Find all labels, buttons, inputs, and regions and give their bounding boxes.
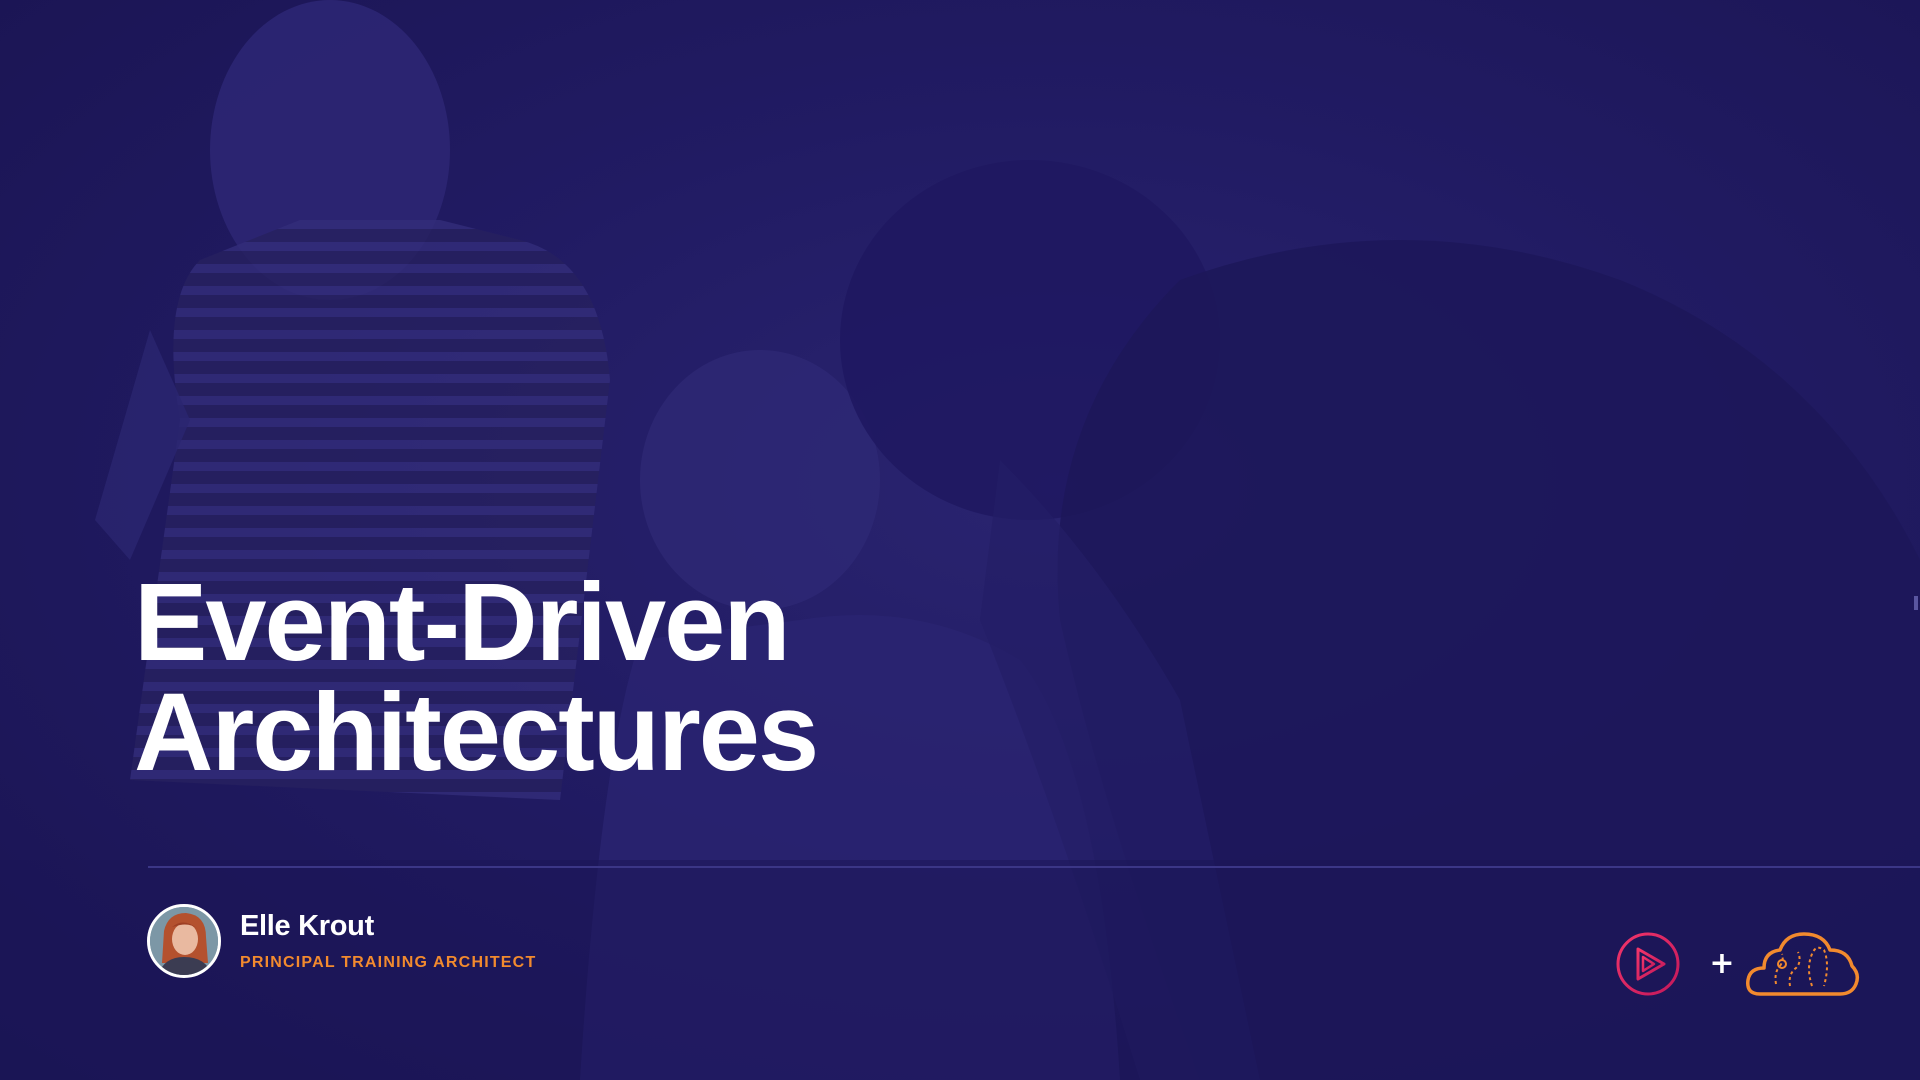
presenter-name: Elle Krout [240, 910, 374, 942]
title-divider [148, 866, 1920, 868]
edge-marker [1914, 596, 1918, 610]
slide-title-line-1: Event-Driven [134, 561, 791, 684]
brand-logos: + [1614, 928, 1860, 1000]
cloud-logo-icon [1746, 932, 1860, 996]
slide-title: Event-Driven Architectures [134, 561, 819, 794]
slide-title-line-2: Architectures [134, 671, 819, 794]
plus-icon: + [1709, 946, 1735, 981]
presenter-avatar [147, 904, 221, 978]
title-slide: Event-Driven Architectures Elle Krout PR… [0, 0, 1920, 1080]
presenter-role: PRINCIPAL TRAINING ARCHITECT [240, 954, 537, 971]
play-logo-icon [1616, 932, 1680, 996]
presenter-photo-icon [150, 907, 218, 975]
